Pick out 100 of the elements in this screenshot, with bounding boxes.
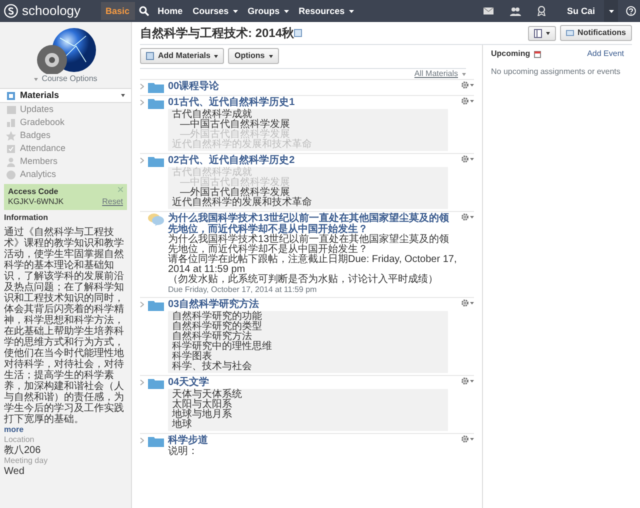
chevron-icon[interactable] [140, 97, 144, 108]
outline-line: 天体与天体系统 [172, 390, 243, 400]
gear-icon[interactable] [461, 81, 474, 89]
gear-icon[interactable] [461, 377, 474, 385]
discussion-text: （勿发水贴，此系统可判断是否为水贴，讨论计入平时成绩） [168, 275, 439, 285]
folder-icon [148, 81, 164, 93]
folder-icon [148, 97, 164, 109]
empty-message: No upcoming assignments or events [491, 67, 622, 77]
detail-value: 教八206 [4, 445, 42, 456]
mail-icon[interactable] [482, 7, 494, 15]
caret-icon [121, 94, 125, 97]
chat-bubbles-icon [148, 213, 164, 226]
detail-label: Location [4, 435, 36, 445]
outline-line: 地球 [172, 420, 193, 430]
folder-icon [148, 155, 164, 167]
folder-icon [148, 299, 164, 311]
detail-value: Wed [4, 466, 26, 477]
search-icon[interactable] [138, 6, 149, 16]
gear-icon[interactable] [461, 213, 474, 221]
gear-icon[interactable] [461, 155, 474, 163]
user-menu-button[interactable] [604, 0, 618, 22]
nav-link[interactable]: Home [152, 0, 188, 22]
chevron-icon[interactable] [140, 435, 144, 446]
people-icon[interactable] [510, 6, 521, 16]
upcoming-heading: Upcoming [491, 49, 530, 59]
notifications-button[interactable]: Notifications [560, 25, 632, 41]
outline-line: 科学图表 [172, 352, 212, 362]
nav-menu[interactable]: Courses [188, 0, 243, 22]
gear-icon[interactable] [461, 435, 474, 443]
screen-icon [566, 30, 574, 36]
add-event-link[interactable]: Add Event [587, 49, 624, 59]
logo-icon [4, 4, 18, 18]
due-date: Due Friday, October 17, 2014 at 11:59 pm [168, 285, 318, 295]
outline-line: 科学研究中的理性思维 [172, 342, 273, 352]
material-title-link[interactable]: 科学步道 [168, 435, 208, 446]
outline-line: —中国古代自然科学发展 [179, 120, 291, 130]
calendar-icon [534, 50, 542, 58]
edit-icon[interactable] [294, 29, 302, 37]
nav-icon [6, 156, 16, 166]
chevron-icon[interactable] [140, 155, 144, 166]
caret-icon [232, 10, 238, 12]
outline-line: 自然科学研究的功能 [172, 312, 263, 322]
chevron-icon[interactable] [140, 377, 144, 388]
outline-line: 太阳与太阳系 [172, 400, 233, 410]
gear-icon[interactable] [461, 97, 474, 105]
outline-line: 地球与地月系 [172, 410, 233, 420]
chevron-icon[interactable] [140, 81, 144, 92]
filter-dropdown[interactable]: All Materials [414, 69, 458, 79]
nav-menu[interactable]: Groups [242, 0, 294, 22]
information-heading: Information [4, 213, 49, 223]
caret-icon [34, 78, 38, 80]
course-title: 自然科学与工程技术: 2014秋 [140, 26, 294, 40]
caret-icon [546, 32, 550, 34]
add-file-icon [146, 52, 154, 60]
folder-icon [148, 435, 164, 447]
discussion-text: 请各位同学在此帖下跟帖，注意截止日期Due: Friday, October 17, 2014 at 11:59 pm [168, 255, 458, 275]
caret-icon [348, 10, 354, 12]
course-options-link[interactable]: Course Options [42, 74, 98, 84]
folder-icon [148, 377, 164, 389]
help-icon[interactable] [626, 6, 636, 16]
caret-icon [268, 54, 273, 58]
gear-icon[interactable] [461, 299, 474, 307]
material-title-link[interactable]: 00课程导论 [168, 81, 220, 92]
material-title-link[interactable]: 为什么我国科学技术13世纪以前一直处在其他国家望尘莫及的领先地位，而近代科学却不是从中国开始发生？ [168, 213, 457, 235]
folder-note: 说明： [168, 446, 199, 457]
nav-icon [6, 170, 16, 180]
mode-label[interactable]: Basic [100, 2, 135, 20]
material-title-link[interactable]: 02古代、近代自然科学历史2 [168, 155, 295, 166]
outline-line: 自然科学研究的类型 [172, 322, 263, 332]
reset-link[interactable]: Reset [102, 197, 123, 207]
information-text: 通过《自然科学与工程技术》课程的教学知识和教学活动，使学生牢固掌握自然科学的基本理论和基础知识，了解该学科的发展前沿及热点问题；在了解科学知识和工程技术知识的同时，体会其背后闪亮着的科学精神，科学思想和科学方法，在此基础上帮助学生培养科学的思维方式和行为方式，使他们在当今时代能理性地对待科学，对待社会，对待生活；提高学生的科学素养，加深构建和谐社会（人与自然和谐）的责任感，为学生今后的学习及工作实践打下宽厚的基础。 [4, 227, 125, 425]
view-toggle-button[interactable] [528, 26, 556, 40]
caret-icon [214, 54, 218, 58]
outline-line: 近代自然科学的发展和技术革命 [172, 198, 313, 208]
outline-line: 科学、技术与社会 [172, 362, 253, 372]
caret-icon [608, 10, 614, 12]
nav-icon [6, 144, 16, 154]
discussion-text: 为什么我国科学技术13世纪以前一直处在其他国家望尘莫及的领先地位，而近代科学却不是从中国开始发生？ [168, 235, 450, 255]
layout-icon [534, 28, 542, 38]
access-code-value: KGJKV-6WNJK [8, 197, 64, 207]
access-code-title: Access Code [8, 187, 58, 197]
material-title-link[interactable]: 03自然科学研究方法 [168, 299, 260, 310]
outline-line: 古代自然科学成就 [172, 110, 252, 120]
nav-menu[interactable]: Resources [294, 0, 359, 22]
sidebar-nav-item[interactable]: Materials [0, 88, 131, 103]
caret-icon [462, 72, 466, 76]
badge-icon[interactable] [536, 6, 546, 16]
chevron-icon[interactable] [140, 299, 144, 310]
user-name[interactable]: Su Cai [562, 0, 600, 22]
outline-line: —外国古代自然科学发展 [180, 188, 290, 198]
outline-line: 自然科学研究方法 [172, 332, 252, 342]
toolbar-button[interactable]: Options [228, 48, 279, 64]
more-link[interactable]: more [4, 425, 131, 435]
material-title-link[interactable]: 01古代、近代自然科学历史1 [168, 97, 295, 108]
detail-label: Meeting day [4, 456, 49, 466]
nav-icon [6, 130, 16, 140]
material-title-link[interactable]: 04天文学 [168, 377, 210, 388]
caret-icon [284, 10, 289, 12]
toolbar-button[interactable]: Add Materials [140, 48, 224, 64]
logo-text: schoology [22, 2, 81, 20]
